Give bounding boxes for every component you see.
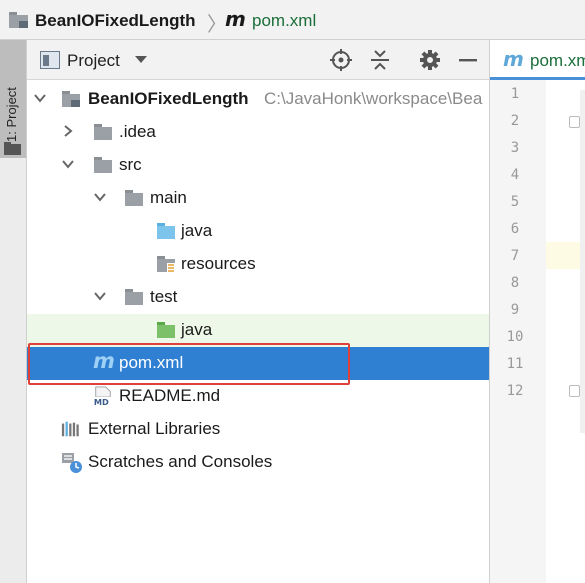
gear-icon[interactable] bbox=[419, 49, 441, 71]
breadcrumb-project[interactable]: BeanIOFixedLength bbox=[35, 11, 196, 31]
chevron-down-icon[interactable] bbox=[61, 157, 75, 171]
line-number: 3 bbox=[510, 140, 520, 156]
tree-label-test-java: java bbox=[181, 320, 213, 339]
fold-marker-icon[interactable] bbox=[569, 116, 580, 128]
library-icon bbox=[61, 421, 79, 437]
chevron-down-icon[interactable] bbox=[93, 190, 107, 204]
editor-tab-label: pom.xm bbox=[530, 51, 585, 70]
tree-row-scratches[interactable]: Scratches and Consoles bbox=[27, 446, 489, 479]
code-area-edge bbox=[580, 90, 585, 433]
line-number: 6 bbox=[510, 221, 520, 237]
line-number: 2 bbox=[510, 113, 520, 129]
tree-row-pom[interactable]: m pom.xml bbox=[27, 347, 489, 380]
line-number-gutter: 1 2 3 4 5 6 7 8 9 10 11 12 bbox=[490, 80, 546, 583]
line-number: 11 bbox=[506, 356, 524, 372]
collapse-all-icon[interactable] bbox=[369, 49, 391, 71]
folder-icon bbox=[94, 124, 112, 140]
tree-label-test: test bbox=[150, 287, 178, 306]
tree-label-pom: pom.xml bbox=[119, 353, 184, 372]
line-number: 12 bbox=[506, 383, 524, 399]
markdown-file-icon: MD bbox=[93, 386, 113, 406]
tree-row-test[interactable]: test bbox=[27, 281, 489, 314]
maven-icon: m bbox=[503, 47, 524, 71]
project-path: C:\JavaHonk\workspace\Bea bbox=[264, 89, 483, 108]
tree-label-main-java: java bbox=[181, 221, 213, 240]
project-folder-icon bbox=[62, 91, 80, 107]
markdown-badge: MD bbox=[94, 397, 109, 406]
tree-label-project: BeanIOFixedLength bbox=[88, 89, 249, 108]
line-number: 7 bbox=[510, 248, 520, 264]
tree-row-external-libraries[interactable]: External Libraries bbox=[27, 413, 489, 446]
chevron-down-icon[interactable] bbox=[93, 289, 107, 303]
minimize-icon[interactable] bbox=[457, 49, 479, 71]
project-view-icon bbox=[40, 51, 60, 69]
project-panel: Project BeanIOFixedLength C:\JavaHonk\wo… bbox=[27, 40, 489, 583]
dropdown-icon[interactable] bbox=[135, 56, 147, 63]
maven-icon: m bbox=[225, 7, 246, 31]
tree-row-project-root[interactable]: BeanIOFixedLength C:\JavaHonk\workspace\… bbox=[27, 83, 489, 116]
line-number: 9 bbox=[510, 302, 520, 318]
tree-label-readme: README.md bbox=[119, 386, 221, 405]
tree-label-src: src bbox=[119, 155, 142, 174]
tree-row-main[interactable]: main bbox=[27, 182, 489, 215]
line-number: 8 bbox=[510, 275, 520, 291]
tree-row-idea[interactable]: .idea bbox=[27, 116, 489, 149]
tool-window-strip: 1: Project bbox=[0, 40, 27, 583]
maven-icon: m bbox=[93, 349, 115, 373]
editor-tab-pom[interactable]: m pom.xm bbox=[490, 40, 585, 80]
line-number: 1 bbox=[510, 86, 520, 102]
tree-label-resources: resources bbox=[181, 254, 256, 273]
tree-label-main: main bbox=[150, 188, 187, 207]
folder-icon bbox=[125, 190, 143, 206]
line-number: 4 bbox=[510, 167, 520, 183]
tree-row-main-java[interactable]: java bbox=[27, 215, 489, 248]
folder-icon bbox=[94, 157, 112, 173]
project-tool-tab[interactable]: 1: Project bbox=[0, 40, 26, 158]
source-folder-icon bbox=[157, 223, 175, 239]
line-number: 5 bbox=[510, 194, 520, 210]
breadcrumb-file[interactable]: pom.xml bbox=[252, 11, 316, 31]
locate-icon[interactable] bbox=[330, 49, 352, 71]
tree-row-readme[interactable]: MD README.md bbox=[27, 380, 489, 413]
tree-label-external-libraries: External Libraries bbox=[88, 419, 221, 438]
editor-tab-bar: m pom.xm bbox=[490, 40, 585, 80]
line-number: 10 bbox=[506, 329, 524, 345]
project-view-selector[interactable]: Project bbox=[67, 51, 120, 71]
chevron-right-icon[interactable] bbox=[61, 124, 75, 138]
tree-row-resources[interactable]: resources bbox=[27, 248, 489, 281]
navigation-bar: BeanIOFixedLength 〉 m pom.xml bbox=[0, 0, 585, 40]
folder-icon bbox=[125, 289, 143, 305]
tree-label-idea: .idea bbox=[119, 122, 156, 141]
project-panel-header: Project bbox=[27, 40, 489, 80]
test-folder-icon bbox=[157, 322, 175, 338]
folder-icon bbox=[4, 142, 21, 155]
fold-marker-icon[interactable] bbox=[569, 385, 580, 397]
project-tool-tab-label: 1: Project bbox=[4, 87, 19, 142]
editor-area: m pom.xm 1 2 3 4 5 6 7 8 9 10 11 12 bbox=[489, 40, 585, 583]
tree-row-src[interactable]: src bbox=[27, 149, 489, 182]
tree-label-scratches: Scratches and Consoles bbox=[88, 452, 273, 471]
tree-row-test-java[interactable]: java bbox=[27, 314, 489, 347]
project-folder-icon bbox=[9, 12, 28, 28]
chevron-down-icon[interactable] bbox=[33, 91, 47, 105]
chevron-right-icon: 〉 bbox=[207, 14, 227, 36]
scratches-icon bbox=[62, 453, 82, 473]
resources-folder-icon bbox=[157, 256, 175, 273]
